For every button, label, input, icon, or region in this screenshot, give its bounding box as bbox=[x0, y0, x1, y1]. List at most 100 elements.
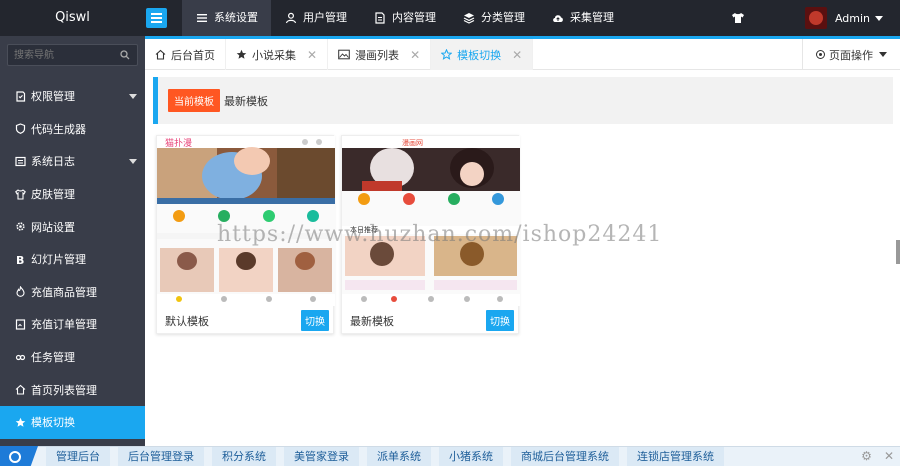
gear-icon[interactable]: ⚙ bbox=[861, 449, 872, 463]
tab-dashboard[interactable]: 后台首页 bbox=[145, 39, 226, 70]
page-operations-label: 页面操作 bbox=[829, 48, 873, 62]
sidebar-item-permission[interactable]: 权限管理 bbox=[0, 80, 145, 113]
sidebar-item-label: 模板切换 bbox=[31, 416, 75, 430]
sidebar-item-recharge-goods[interactable]: 充值商品管理 bbox=[0, 276, 145, 309]
sidebar-item-label: 首页列表管理 bbox=[31, 383, 97, 397]
star-icon bbox=[236, 49, 247, 59]
skin-icon bbox=[15, 188, 26, 200]
sidebar-item-label: 任务管理 bbox=[31, 351, 75, 365]
nav-item-category-management[interactable]: 分类管理 bbox=[449, 0, 538, 36]
taskbar-item[interactable]: 美管家登录 bbox=[284, 447, 359, 466]
nav-label: 用户管理 bbox=[303, 11, 347, 24]
image-icon bbox=[338, 49, 350, 60]
nav-item-system-settings[interactable]: 系统设置 bbox=[182, 0, 271, 36]
admin-username[interactable]: Admin bbox=[835, 12, 870, 25]
sidebar-item-label: 代码生成器 bbox=[31, 122, 86, 136]
nav-item-collect-management[interactable]: 采集管理 bbox=[538, 0, 627, 36]
chevron-down-icon[interactable] bbox=[875, 15, 883, 21]
page-operations-button[interactable]: 页面操作 bbox=[802, 39, 900, 70]
template-name: 最新模板 bbox=[350, 314, 394, 328]
template-card-footer: 最新模板 切换 bbox=[342, 306, 520, 335]
main-content: 当前模板 最新模板 猫扑漫 默认模板 切换 漫画网 本日推荐 最新模板 切换 bbox=[145, 70, 900, 446]
sidebar-item-label: 系统日志 bbox=[31, 155, 75, 169]
template-card-footer: 默认模板 切换 bbox=[157, 306, 335, 335]
app-logo[interactable]: Qiswl bbox=[0, 0, 145, 36]
tab-label: 小说采集 bbox=[252, 48, 296, 62]
sidebar-item-label: 充值商品管理 bbox=[31, 285, 97, 299]
sidebar: 权限管理 代码生成器 系统日志 皮肤管理 网站设置 B 幻灯片管理 充值商品管理 bbox=[0, 36, 145, 446]
sidebar-item-recharge-orders[interactable]: 充值订单管理 bbox=[0, 308, 145, 341]
scroll-handle[interactable] bbox=[896, 240, 900, 264]
chevron-down-icon bbox=[129, 94, 137, 99]
taskbar-item[interactable]: 积分系统 bbox=[212, 447, 276, 466]
tab-comic-list[interactable]: 漫画列表 ✕ bbox=[328, 39, 432, 70]
sidebar-item-slideshow[interactable]: B 幻灯片管理 bbox=[0, 243, 145, 276]
sidebar-item-tasks[interactable]: 任务管理 bbox=[0, 341, 145, 374]
taskbar-tools: ⚙ ✕ bbox=[861, 449, 894, 463]
taskbar-item[interactable]: 派单系统 bbox=[367, 447, 431, 466]
tabs: 后台首页 小说采集 ✕ 漫画列表 ✕ 模板切换 ✕ bbox=[145, 39, 900, 70]
shirt-icon[interactable] bbox=[731, 12, 745, 24]
taskbar-item[interactable]: 管理后台 bbox=[46, 447, 110, 466]
taskbar-item[interactable]: 连锁店管理系统 bbox=[627, 447, 724, 466]
tab-novel-collect[interactable]: 小说采集 ✕ bbox=[226, 39, 329, 70]
tab-template-switch[interactable]: 模板切换 ✕ bbox=[431, 39, 534, 70]
nav-item-content-management[interactable]: 内容管理 bbox=[360, 0, 449, 36]
switch-template-button[interactable]: 切换 bbox=[486, 310, 514, 331]
star-outline-icon bbox=[441, 49, 453, 60]
template-preview-image: 漫画网 本日推荐 bbox=[342, 136, 520, 306]
close-icon[interactable]: ✕ bbox=[884, 449, 894, 463]
watermark-text: https://www.huzhan.com/ishop24241 bbox=[217, 222, 663, 247]
switch-template-button[interactable]: 切换 bbox=[301, 310, 329, 331]
close-icon[interactable]: ✕ bbox=[410, 48, 420, 62]
sidebar-item-system-log[interactable]: 系统日志 bbox=[0, 145, 145, 178]
search-icon[interactable] bbox=[120, 50, 130, 60]
home-icon bbox=[155, 49, 166, 60]
start-button[interactable] bbox=[0, 446, 38, 466]
star-icon bbox=[15, 417, 26, 427]
sidebar-item-label: 充值订单管理 bbox=[31, 318, 97, 332]
bottom-taskbar: 管理后台 后台管理登录 积分系统 美管家登录 派单系统 小猪系统 商城后台管理系… bbox=[0, 446, 900, 466]
current-template-notice: 当前模板 最新模板 bbox=[153, 77, 893, 124]
sidebar-search-input[interactable] bbox=[8, 45, 118, 65]
target-icon bbox=[816, 50, 825, 59]
sidebar-item-skin[interactable]: 皮肤管理 bbox=[0, 178, 145, 211]
nav-item-user-management[interactable]: 用户管理 bbox=[271, 0, 360, 36]
user-icon bbox=[285, 12, 297, 24]
settings-icon bbox=[16, 222, 25, 231]
taskbar-item[interactable]: 后台管理登录 bbox=[118, 447, 204, 466]
menu-toggle-button[interactable] bbox=[146, 8, 167, 28]
sidebar-item-code-generator[interactable]: 代码生成器 bbox=[0, 113, 145, 146]
tab-bar: 后台首页 小说采集 ✕ 漫画列表 ✕ 模板切换 ✕ 页面操作 bbox=[145, 36, 900, 70]
chevron-down-icon bbox=[879, 52, 887, 57]
tab-label: 模板切换 bbox=[457, 48, 502, 62]
top-bar: Qiswl 系统设置 用户管理 内容管理 分类管理 采集管理 Admin bbox=[0, 0, 900, 36]
preview-header-text: 猫扑漫 bbox=[165, 137, 192, 149]
sidebar-search bbox=[7, 44, 138, 66]
nav-label: 分类管理 bbox=[481, 11, 525, 24]
sidebar-item-home-list[interactable]: 首页列表管理 bbox=[0, 373, 145, 406]
sidebar-item-label: 权限管理 bbox=[31, 90, 75, 104]
order-icon bbox=[15, 319, 26, 330]
top-right-area: Admin bbox=[731, 0, 900, 36]
taskbar-item[interactable]: 商城后台管理系统 bbox=[511, 447, 619, 466]
close-icon[interactable]: ✕ bbox=[512, 48, 522, 62]
log-icon bbox=[15, 156, 26, 167]
nav-label: 采集管理 bbox=[570, 11, 614, 24]
sidebar-item-site-settings[interactable]: 网站设置 bbox=[0, 210, 145, 243]
taskbar-item[interactable]: 小猪系统 bbox=[439, 447, 503, 466]
current-template-badge: 当前模板 bbox=[168, 89, 220, 112]
avatar[interactable] bbox=[804, 7, 827, 29]
cloud-upload-icon bbox=[553, 15, 563, 22]
fire-icon bbox=[16, 286, 25, 298]
shield-icon bbox=[15, 123, 26, 135]
current-template-name: 最新模板 bbox=[224, 94, 268, 108]
close-icon[interactable]: ✕ bbox=[307, 48, 317, 62]
home-icon bbox=[15, 384, 26, 395]
top-nav: 系统设置 用户管理 内容管理 分类管理 采集管理 bbox=[182, 0, 627, 36]
tab-label: 后台首页 bbox=[171, 48, 215, 62]
document-icon bbox=[375, 12, 385, 24]
nav-label: 系统设置 bbox=[214, 11, 258, 24]
sidebar-item-template-switch[interactable]: 模板切换 bbox=[0, 405, 145, 439]
bold-b-icon: B bbox=[16, 254, 24, 265]
